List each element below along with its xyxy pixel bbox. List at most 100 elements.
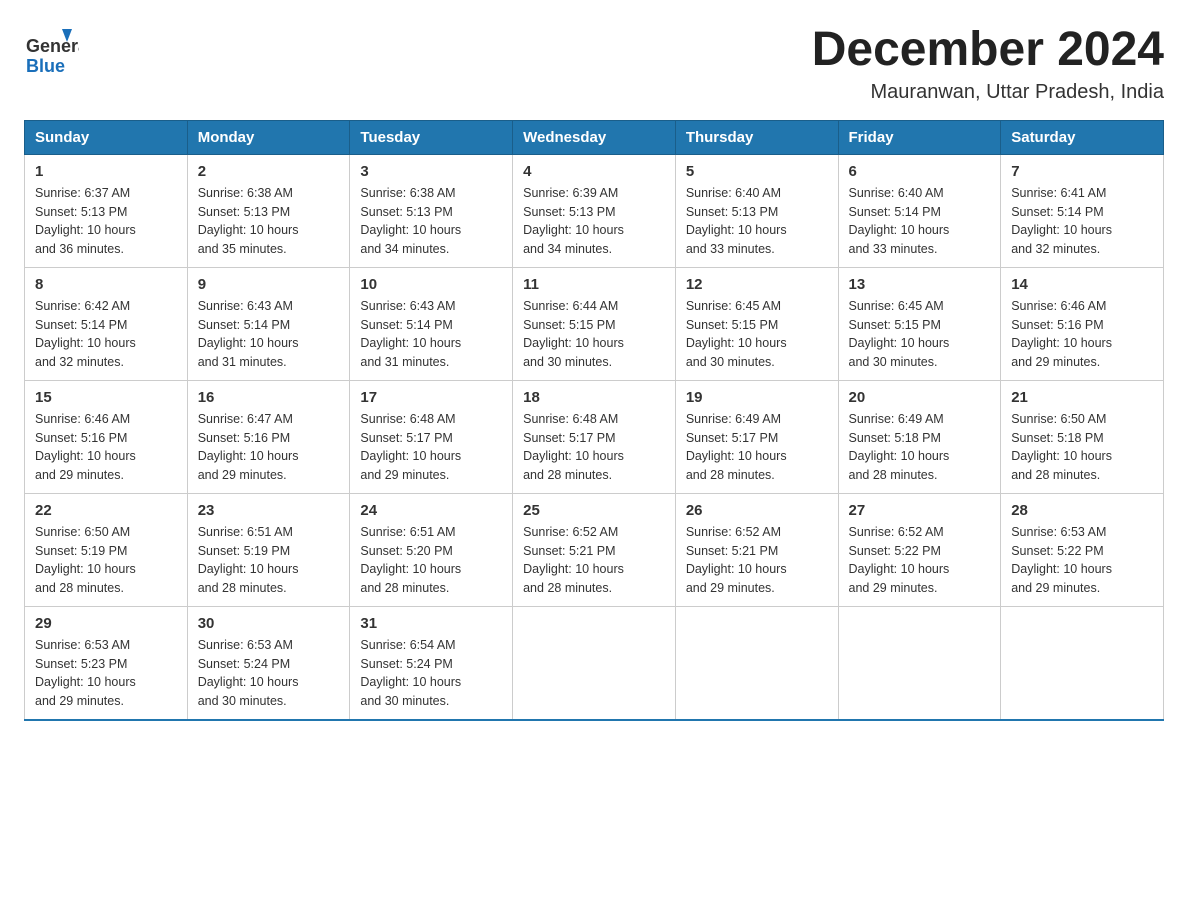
day-number: 18 [523, 389, 665, 406]
calendar-cell: 21 Sunrise: 6:50 AMSunset: 5:18 PMDayligh… [1001, 380, 1164, 493]
day-number: 10 [360, 276, 502, 293]
calendar-cell: 22 Sunrise: 6:50 AMSunset: 5:19 PMDayligh… [25, 493, 188, 606]
logo-icon: General Blue [24, 24, 79, 79]
calendar-table: SundayMondayTuesdayWednesdayThursdayFrid… [24, 120, 1164, 721]
day-number: 4 [523, 163, 665, 180]
day-number: 12 [686, 276, 828, 293]
day-info: Sunrise: 6:52 AMSunset: 5:21 PMDaylight:… [686, 523, 828, 598]
col-header-thursday: Thursday [675, 120, 838, 154]
day-number: 28 [1011, 502, 1153, 519]
col-header-saturday: Saturday [1001, 120, 1164, 154]
calendar-cell: 23 Sunrise: 6:51 AMSunset: 5:19 PMDayligh… [187, 493, 350, 606]
calendar-cell: 30 Sunrise: 6:53 AMSunset: 5:24 PMDayligh… [187, 606, 350, 720]
day-number: 23 [198, 502, 340, 519]
calendar-cell [675, 606, 838, 720]
calendar-cell: 18 Sunrise: 6:48 AMSunset: 5:17 PMDayligh… [513, 380, 676, 493]
day-info: Sunrise: 6:49 AMSunset: 5:17 PMDaylight:… [686, 410, 828, 485]
calendar-cell: 31 Sunrise: 6:54 AMSunset: 5:24 PMDayligh… [350, 606, 513, 720]
day-number: 11 [523, 276, 665, 293]
day-info: Sunrise: 6:46 AMSunset: 5:16 PMDaylight:… [1011, 297, 1153, 372]
day-number: 30 [198, 615, 340, 632]
day-number: 21 [1011, 389, 1153, 406]
calendar-cell: 3Sunrise: 6:38 AMSunset: 5:13 PMDaylight… [350, 154, 513, 267]
day-number: 5 [686, 163, 828, 180]
calendar-cell: 24Sunrise: 6:51 AMSunset: 5:20 PMDayligh… [350, 493, 513, 606]
day-number: 24 [360, 502, 502, 519]
day-info: Sunrise: 6:41 AMSunset: 5:14 PMDaylight:… [1011, 184, 1153, 259]
day-info: Sunrise: 6:46 AMSunset: 5:16 PMDaylight:… [35, 410, 177, 485]
day-info: Sunrise: 6:48 AMSunset: 5:17 PMDaylight:… [360, 410, 502, 485]
day-number: 31 [360, 615, 502, 632]
calendar-week-row: 22 Sunrise: 6:50 AMSunset: 5:19 PMDayligh… [25, 493, 1164, 606]
day-number: 6 [849, 163, 991, 180]
title-area: December 2024 Mauranwan, Uttar Pradesh, … [812, 24, 1164, 104]
day-number: 20 [849, 389, 991, 406]
day-info: Sunrise: 6:49 AMSunset: 5:18 PMDaylight:… [849, 410, 991, 485]
calendar-cell: 29Sunrise: 6:53 AMSunset: 5:23 PMDayligh… [25, 606, 188, 720]
calendar-cell: 14 Sunrise: 6:46 AMSunset: 5:16 PMDayligh… [1001, 267, 1164, 380]
day-info: Sunrise: 6:39 AMSunset: 5:13 PMDaylight:… [523, 184, 665, 259]
calendar-cell: 13Sunrise: 6:45 AMSunset: 5:15 PMDayligh… [838, 267, 1001, 380]
logo: General Blue [24, 24, 79, 79]
day-info: Sunrise: 6:52 AMSunset: 5:21 PMDaylight:… [523, 523, 665, 598]
day-number: 16 [198, 389, 340, 406]
col-header-monday: Monday [187, 120, 350, 154]
calendar-week-row: 29Sunrise: 6:53 AMSunset: 5:23 PMDayligh… [25, 606, 1164, 720]
day-info: Sunrise: 6:40 AMSunset: 5:13 PMDaylight:… [686, 184, 828, 259]
day-number: 17 [360, 389, 502, 406]
day-number: 7 [1011, 163, 1153, 180]
col-header-tuesday: Tuesday [350, 120, 513, 154]
calendar-cell: 2Sunrise: 6:38 AMSunset: 5:13 PMDaylight… [187, 154, 350, 267]
svg-text:Blue: Blue [26, 56, 65, 76]
day-number: 19 [686, 389, 828, 406]
day-number: 22 [35, 502, 177, 519]
calendar-cell [513, 606, 676, 720]
calendar-cell: 26 Sunrise: 6:52 AMSunset: 5:21 PMDayligh… [675, 493, 838, 606]
day-info: Sunrise: 6:54 AMSunset: 5:24 PMDaylight:… [360, 636, 502, 711]
day-info: Sunrise: 6:40 AMSunset: 5:14 PMDaylight:… [849, 184, 991, 259]
day-number: 3 [360, 163, 502, 180]
day-info: Sunrise: 6:47 AMSunset: 5:16 PMDaylight:… [198, 410, 340, 485]
calendar-cell: 4 Sunrise: 6:39 AMSunset: 5:13 PMDaylight… [513, 154, 676, 267]
day-number: 25 [523, 502, 665, 519]
day-number: 14 [1011, 276, 1153, 293]
day-info: Sunrise: 6:44 AMSunset: 5:15 PMDaylight:… [523, 297, 665, 372]
calendar-cell: 9 Sunrise: 6:43 AMSunset: 5:14 PMDaylight… [187, 267, 350, 380]
day-info: Sunrise: 6:50 AMSunset: 5:18 PMDaylight:… [1011, 410, 1153, 485]
day-info: Sunrise: 6:51 AMSunset: 5:19 PMDaylight:… [198, 523, 340, 598]
day-info: Sunrise: 6:50 AMSunset: 5:19 PMDaylight:… [35, 523, 177, 598]
day-number: 15 [35, 389, 177, 406]
calendar-cell: 17 Sunrise: 6:48 AMSunset: 5:17 PMDayligh… [350, 380, 513, 493]
day-info: Sunrise: 6:37 AMSunset: 5:13 PMDaylight:… [35, 184, 177, 259]
calendar-cell [1001, 606, 1164, 720]
calendar-cell: 28 Sunrise: 6:53 AMSunset: 5:22 PMDayligh… [1001, 493, 1164, 606]
day-number: 1 [35, 163, 177, 180]
calendar-cell: 27Sunrise: 6:52 AMSunset: 5:22 PMDayligh… [838, 493, 1001, 606]
calendar-week-row: 1 Sunrise: 6:37 AMSunset: 5:13 PMDaylight… [25, 154, 1164, 267]
col-header-sunday: Sunday [25, 120, 188, 154]
calendar-cell: 5 Sunrise: 6:40 AMSunset: 5:13 PMDaylight… [675, 154, 838, 267]
day-info: Sunrise: 6:53 AMSunset: 5:22 PMDaylight:… [1011, 523, 1153, 598]
col-header-friday: Friday [838, 120, 1001, 154]
calendar-cell: 10Sunrise: 6:43 AMSunset: 5:14 PMDayligh… [350, 267, 513, 380]
calendar-cell: 7 Sunrise: 6:41 AMSunset: 5:14 PMDaylight… [1001, 154, 1164, 267]
day-number: 9 [198, 276, 340, 293]
calendar-cell: 25 Sunrise: 6:52 AMSunset: 5:21 PMDayligh… [513, 493, 676, 606]
day-info: Sunrise: 6:42 AMSunset: 5:14 PMDaylight:… [35, 297, 177, 372]
calendar-cell [838, 606, 1001, 720]
calendar-cell: 20 Sunrise: 6:49 AMSunset: 5:18 PMDayligh… [838, 380, 1001, 493]
calendar-week-row: 15 Sunrise: 6:46 AMSunset: 5:16 PMDayligh… [25, 380, 1164, 493]
day-number: 13 [849, 276, 991, 293]
calendar-cell: 11 Sunrise: 6:44 AMSunset: 5:15 PMDayligh… [513, 267, 676, 380]
calendar-cell: 16 Sunrise: 6:47 AMSunset: 5:16 PMDayligh… [187, 380, 350, 493]
day-info: Sunrise: 6:43 AMSunset: 5:14 PMDaylight:… [198, 297, 340, 372]
day-info: Sunrise: 6:53 AMSunset: 5:23 PMDaylight:… [35, 636, 177, 711]
day-info: Sunrise: 6:53 AMSunset: 5:24 PMDaylight:… [198, 636, 340, 711]
calendar-cell: 8Sunrise: 6:42 AMSunset: 5:14 PMDaylight… [25, 267, 188, 380]
main-title: December 2024 [812, 24, 1164, 77]
day-number: 26 [686, 502, 828, 519]
page-header: General Blue December 2024 Mauranwan, Ut… [24, 24, 1164, 104]
day-info: Sunrise: 6:48 AMSunset: 5:17 PMDaylight:… [523, 410, 665, 485]
subtitle: Mauranwan, Uttar Pradesh, India [812, 81, 1164, 104]
day-number: 2 [198, 163, 340, 180]
